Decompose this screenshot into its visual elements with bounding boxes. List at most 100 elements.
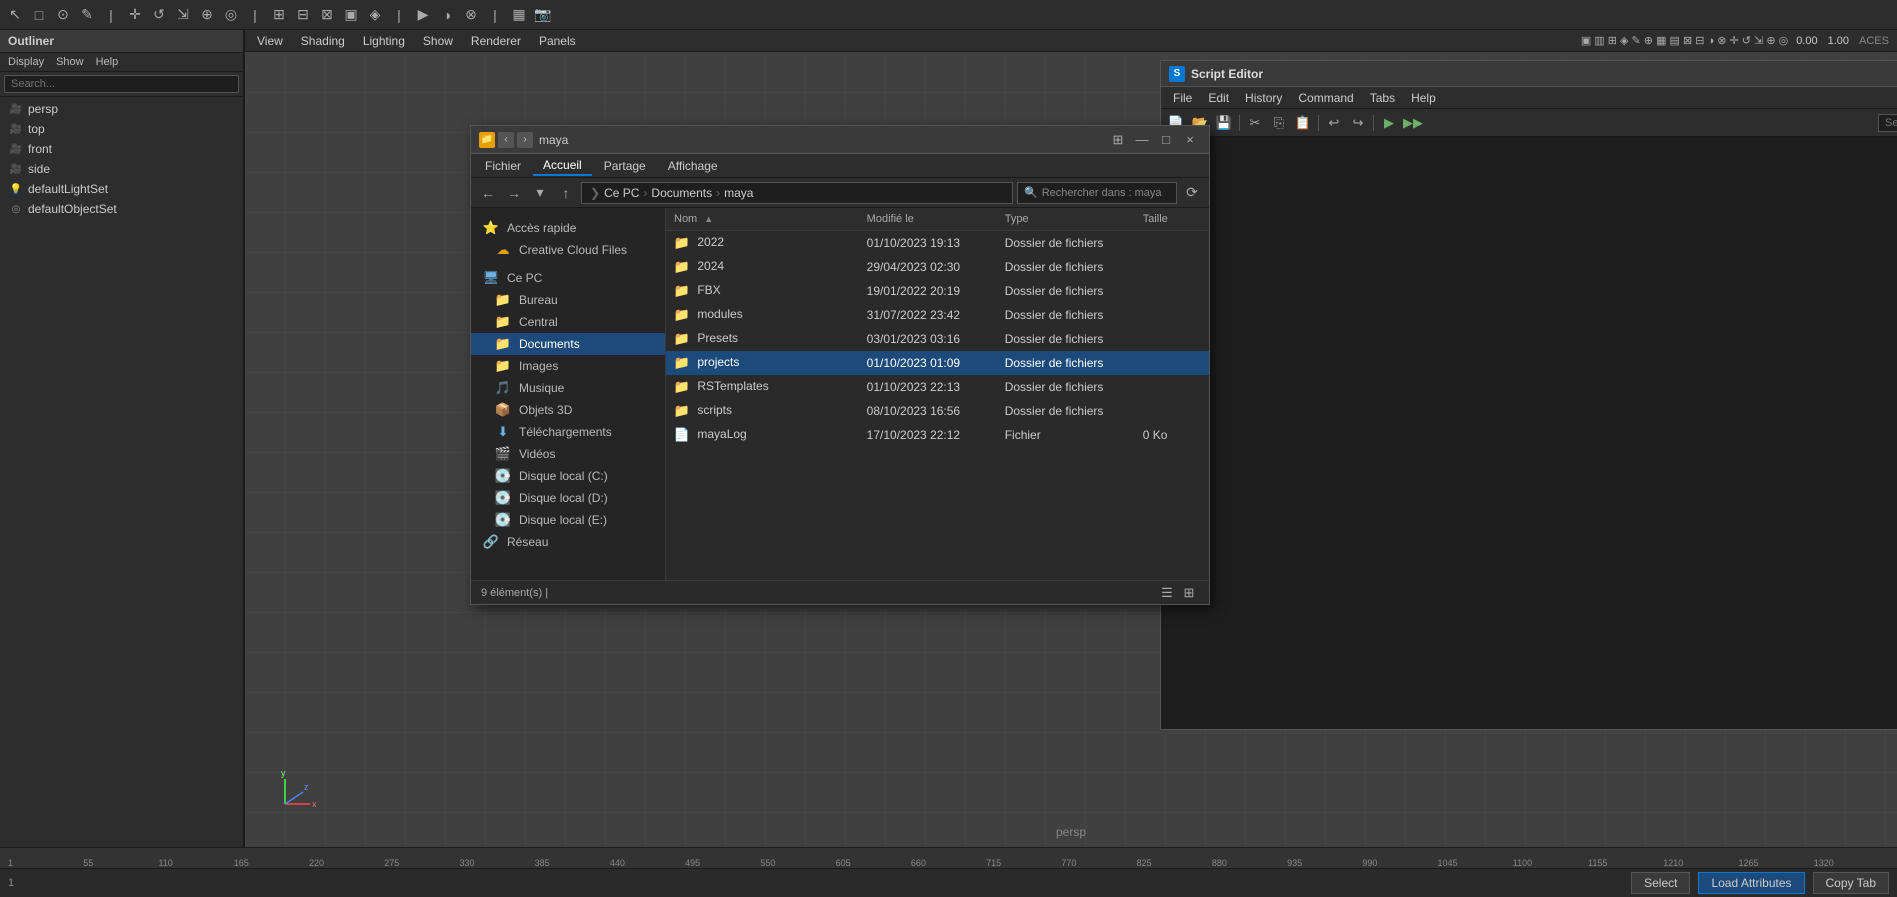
file-row-projects[interactable]: 📁 projects 01/10/2023 01:09 Dossier de f… (666, 351, 1209, 375)
se-menu-file[interactable]: File (1165, 89, 1200, 107)
nav-item-bureau[interactable]: 📁 Bureau (471, 289, 665, 311)
file-row-rstemplates[interactable]: 📁 RSTemplates 01/10/2023 22:13 Dossier d… (666, 375, 1209, 399)
se-redo-btn[interactable]: ↪ (1347, 112, 1369, 134)
toolbar-icon-scale[interactable]: ⇲ (172, 4, 194, 26)
se-run-all-btn[interactable]: ▶▶ (1402, 112, 1424, 134)
se-body[interactable] (1161, 137, 1897, 729)
toolbar-icon-select[interactable]: ↖ (4, 4, 26, 26)
file-row-mayalog[interactable]: 📄 mayaLog 17/10/2023 22:12 Fichier 0 Ko (666, 423, 1209, 447)
nav-forward-btn[interactable]: → (503, 182, 525, 204)
viewport-menu-show[interactable]: Show (415, 32, 461, 50)
file-row-presets[interactable]: 📁 Presets 03/01/2023 03:16 Dossier de fi… (666, 327, 1209, 351)
se-cut-btn[interactable]: ✂ (1244, 112, 1266, 134)
toolbar-icon-rotate[interactable]: ↺ (148, 4, 170, 26)
se-menu-command[interactable]: Command (1290, 89, 1361, 107)
nav-item-images[interactable]: 📁 Images (471, 355, 665, 377)
dialog-menu-fichier[interactable]: Fichier (475, 157, 531, 175)
se-undo-btn[interactable]: ↩ (1323, 112, 1345, 134)
nav-item-objets3d[interactable]: 📦 Objets 3D (471, 399, 665, 421)
toolbar-icon-universal[interactable]: ⊕ (196, 4, 218, 26)
viewport-menu-renderer[interactable]: Renderer (463, 32, 529, 50)
outliner-item-side[interactable]: 🎥 side (0, 159, 243, 179)
select-button[interactable]: Select (1631, 872, 1690, 894)
viewport-menu-view[interactable]: View (249, 32, 291, 50)
toolbar-icon-snap2[interactable]: ⊟ (292, 4, 314, 26)
view-grid-btn[interactable]: ⊞ (1179, 583, 1199, 603)
toolbar-icon-snap4[interactable]: ▣ (340, 4, 362, 26)
toolbar-icon-render3[interactable]: ⊗ (460, 4, 482, 26)
toolbar-icon-render1[interactable]: ▶ (412, 4, 434, 26)
nav-item-musique[interactable]: 🎵 Musique (471, 377, 665, 399)
toolbar-icon-lasso[interactable]: ⊙ (52, 4, 74, 26)
nav-item-documents[interactable]: 📁 Documents (471, 333, 665, 355)
outliner-item-defaultobjectset[interactable]: ◎ defaultObjectSet (0, 199, 243, 219)
toolbar-icon-camera[interactable]: 📷 (532, 4, 554, 26)
toolbar-icon-render2[interactable]: ◑ (436, 4, 458, 26)
nav-item-acces-rapide[interactable]: ⭐ Accès rapide (471, 217, 665, 239)
se-editor-content[interactable] (1161, 137, 1897, 729)
outliner-search-input[interactable] (4, 75, 239, 93)
viewport-menu-shading[interactable]: Shading (293, 32, 353, 50)
nav-item-drive-e[interactable]: 💽 Disque local (E:) (471, 509, 665, 531)
toolbar-icon-grid[interactable]: ▦ (508, 4, 530, 26)
dialog-close-btn[interactable]: × (1179, 131, 1201, 149)
toolbar-icon-move[interactable]: ✛ (124, 4, 146, 26)
nav-item-reseau[interactable]: 🔗 Réseau (471, 531, 665, 553)
col-header-size[interactable]: Taille (1135, 211, 1209, 227)
se-menu-tabs[interactable]: Tabs (1362, 89, 1403, 107)
toolbar-icon-snap1[interactable]: ⊞ (268, 4, 290, 26)
view-list-btn[interactable]: ☰ (1157, 583, 1177, 603)
se-save-btn[interactable]: 💾 (1213, 112, 1235, 134)
copy-tab-button[interactable]: Copy Tab (1813, 872, 1889, 894)
nav-item-ce-pc[interactable]: 🖥 Ce PC (471, 267, 665, 289)
nav-dropdown-btn[interactable]: ▾ (529, 182, 551, 204)
nav-refresh-btn[interactable]: ⟳ (1181, 182, 1203, 204)
se-copy-btn[interactable]: ⎘ (1268, 112, 1290, 134)
dialog-minimize-btn[interactable]: — (1131, 131, 1153, 149)
file-row-2022[interactable]: 📁 2022 01/10/2023 19:13 Dossier de fichi… (666, 231, 1209, 255)
bc-ce-pc[interactable]: Ce PC (604, 186, 639, 200)
outliner-menu-help[interactable]: Help (92, 55, 123, 69)
bc-maya[interactable]: maya (724, 186, 753, 200)
file-row-2024[interactable]: 📁 2024 29/04/2023 02:30 Dossier de fichi… (666, 255, 1209, 279)
dialog-maximize-btn[interactable]: □ (1155, 131, 1177, 149)
dialog-menu-affichage[interactable]: Affichage (658, 157, 728, 175)
toolbar-icon-snap3[interactable]: ⊠ (316, 4, 338, 26)
nav-up-btn[interactable]: ↑ (555, 182, 577, 204)
toolbar-icon-box[interactable]: □ (28, 4, 50, 26)
outliner-item-defaultlightset[interactable]: 💡 defaultLightSet (0, 179, 243, 199)
toolbar-icon-snap5[interactable]: ◈ (364, 4, 386, 26)
toolbar-icon-soft[interactable]: ◎ (220, 4, 242, 26)
timeline-ruler[interactable]: 1 55 110 165 220 275 330 385 440 495 550… (0, 848, 1897, 868)
file-row-modules[interactable]: 📁 modules 31/07/2022 23:42 Dossier de fi… (666, 303, 1209, 327)
nav-item-creative-cloud[interactable]: ☁ Creative Cloud Files (471, 239, 665, 261)
se-menu-help[interactable]: Help (1403, 89, 1444, 107)
se-paste-btn[interactable]: 📋 (1292, 112, 1314, 134)
col-header-type[interactable]: Type (997, 211, 1135, 227)
dialog-expand-btn[interactable]: ⊞ (1107, 131, 1129, 149)
nav-item-drive-d[interactable]: 💽 Disque local (D:) (471, 487, 665, 509)
col-header-modified[interactable]: Modifié le (859, 211, 997, 227)
file-row-scripts[interactable]: 📁 scripts 08/10/2023 16:56 Dossier de fi… (666, 399, 1209, 423)
dialog-menu-partage[interactable]: Partage (594, 157, 656, 175)
viewport-menu-panels[interactable]: Panels (531, 32, 584, 50)
nav-item-drive-c[interactable]: 💽 Disque local (C:) (471, 465, 665, 487)
file-row-fbx[interactable]: 📁 FBX 19/01/2022 20:19 Dossier de fichie… (666, 279, 1209, 303)
nav-item-videos[interactable]: 🎬 Vidéos (471, 443, 665, 465)
load-attributes-button[interactable]: Load Attributes (1698, 872, 1804, 894)
toolbar-icon-paint[interactable]: ✎ (76, 4, 98, 26)
bc-documents[interactable]: Documents (651, 186, 712, 200)
se-menu-edit[interactable]: Edit (1200, 89, 1237, 107)
outliner-menu-display[interactable]: Display (4, 55, 48, 69)
col-header-name[interactable]: Nom ▲ (666, 211, 859, 227)
outliner-item-front[interactable]: 🎥 front (0, 139, 243, 159)
outliner-menu-show[interactable]: Show (52, 55, 88, 69)
se-search-input[interactable] (1878, 114, 1897, 132)
viewport-menu-lighting[interactable]: Lighting (355, 32, 413, 50)
se-run-btn[interactable]: ▶ (1378, 112, 1400, 134)
outliner-item-top[interactable]: 🎥 top (0, 119, 243, 139)
outliner-item-persp[interactable]: 🎥 persp (0, 99, 243, 119)
nav-item-central[interactable]: 📁 Central (471, 311, 665, 333)
dialog-search-box[interactable]: 🔍 Rechercher dans : maya (1017, 182, 1177, 204)
nav-item-telechargements[interactable]: ⬇ Téléchargements (471, 421, 665, 443)
